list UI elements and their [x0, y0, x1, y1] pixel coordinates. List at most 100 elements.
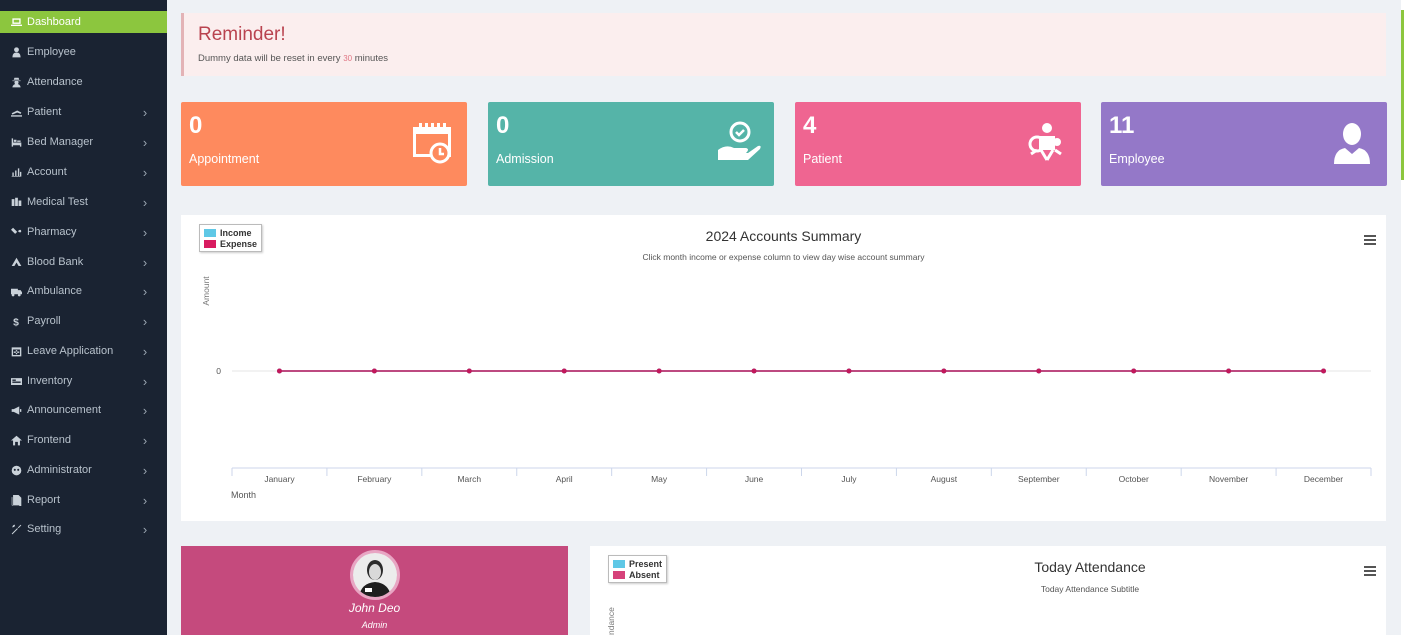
attendance-ylabel: ndance [606, 607, 616, 635]
sidebar-item-medical-test[interactable]: Medical Test › [0, 187, 167, 217]
reminder-text-before: Dummy data will be reset in every [198, 53, 341, 64]
chevron-right-icon: › [142, 224, 148, 240]
sidebar-item-label: Employee [27, 46, 76, 58]
legend-absent-label: Absent [629, 569, 660, 580]
admission-card[interactable]: 0 Admission [488, 102, 774, 186]
sidebar-item-report[interactable]: Report › [0, 485, 167, 515]
laptop-icon [9, 15, 23, 29]
patient-doctor-icon [1023, 120, 1069, 166]
x-tick-label: January [264, 474, 295, 484]
data-point-expense [1226, 368, 1232, 374]
employee-count: 11 [1109, 112, 1135, 139]
sidebar-item-label: Inventory [27, 375, 73, 387]
avatar[interactable] [350, 550, 400, 600]
data-point-expense [656, 368, 662, 374]
chevron-right-icon: › [142, 134, 148, 150]
sidebar-item-label: Frontend [27, 434, 72, 446]
sidebar-item-account[interactable]: Account › [0, 157, 167, 187]
legend-present-label: Present [629, 558, 663, 569]
data-point-expense [751, 368, 757, 374]
chevron-right-icon: › [142, 283, 148, 299]
x-axis-title: Month [231, 490, 256, 500]
sidebar-item-pharmacy[interactable]: Pharmacy › [0, 217, 167, 247]
bed-icon [9, 135, 23, 149]
attendance-menu-icon[interactable] [1364, 566, 1376, 576]
patient-card[interactable]: 4 Patient [795, 102, 1081, 186]
reminder-title: Reminder! [198, 24, 286, 45]
chevron-right-icon: › [142, 432, 148, 448]
sidebar-item-bed-manager[interactable]: Bed Manager › [0, 127, 167, 157]
sidebar-item-administrator[interactable]: Administrator › [0, 455, 167, 485]
sidebar-item-attendance[interactable]: Attendance [0, 67, 167, 97]
chevron-right-icon: › [142, 373, 148, 389]
x-tick-label: December [1304, 474, 1343, 484]
attendance-title: Today Attendance [1034, 559, 1146, 575]
sidebar-item-setting[interactable]: Setting › [0, 514, 167, 544]
chevron-right-icon: › [142, 521, 148, 537]
attendance-subtitle: Today Attendance Subtitle [1040, 584, 1140, 594]
sidebar-item-announcement[interactable]: Announcement › [0, 395, 167, 425]
x-tick-label: June [745, 474, 764, 484]
accounts-chart-plot: January February March April May June July Augu… [201, 276, 1372, 500]
hand-clock-icon [716, 120, 762, 166]
legend-absent-swatch [613, 570, 625, 579]
profile-name: John Deo [348, 601, 401, 615]
employee-label: Employee [1109, 152, 1165, 166]
sidebar: Dashboard Employee Attendance Patient › Bed M… [0, 0, 167, 635]
data-point-expense [561, 368, 567, 374]
sidebar-item-patient[interactable]: Patient › [0, 97, 167, 127]
chevron-right-icon: › [142, 462, 148, 478]
x-tick-label: November [1209, 474, 1248, 484]
x-tick-label: April [556, 474, 573, 484]
profile-role: Admin [361, 620, 388, 630]
user-secret-icon [9, 75, 23, 89]
attendance-legend: Present Absent [608, 555, 668, 583]
data-point-expense [371, 368, 377, 374]
sidebar-item-label: Setting [27, 523, 62, 535]
data-point-expense [276, 368, 282, 374]
x-tick-label: March [457, 474, 481, 484]
sidebar-item-ambulance[interactable]: Ambulance › [0, 276, 167, 306]
chevron-right-icon: › [142, 492, 148, 508]
sidebar-item-label: Administrator [27, 464, 92, 476]
admission-label: Admission [496, 152, 554, 166]
x-tick-label: October [1119, 474, 1149, 484]
sidebar-item-payroll[interactable]: $ Payroll › [0, 306, 167, 336]
sidebar-item-dashboard[interactable]: Dashboard [0, 11, 167, 33]
data-point-expense [466, 368, 472, 374]
appointment-count: 0 [189, 112, 203, 139]
home-icon [9, 433, 23, 447]
chevron-right-icon: › [142, 104, 148, 120]
x-tick-label: May [651, 474, 668, 484]
dollar-icon: $ [9, 314, 23, 328]
sidebar-item-label: Account [27, 166, 67, 178]
scroll-accent [1401, 10, 1404, 180]
sidebar-item-employee[interactable]: Employee [0, 37, 167, 67]
data-point-expense [941, 368, 947, 374]
calendar-clock-icon [409, 120, 455, 166]
legend-present[interactable]: Present [613, 558, 662, 569]
employee-card[interactable]: 11 Employee [1101, 102, 1387, 186]
reminder-text: Dummy data will be reset in every 30 min… [198, 53, 388, 64]
sidebar-item-label: Announcement [27, 404, 101, 416]
sidebar-item-frontend[interactable]: Frontend › [0, 425, 167, 455]
report-icon [9, 493, 23, 507]
sidebar-item-label: Ambulance [27, 285, 83, 297]
bullhorn-icon [9, 403, 23, 417]
x-tick-label: February [357, 474, 392, 484]
appointment-label: Appointment [189, 152, 260, 166]
x-tick-label: September [1018, 474, 1060, 484]
legend-absent[interactable]: Absent [613, 569, 662, 580]
chevron-right-icon: › [142, 254, 148, 270]
appointment-card[interactable]: 0 Appointment [181, 102, 467, 186]
sidebar-item-leave-application[interactable]: Leave Application › [0, 336, 167, 366]
patient-count: 4 [803, 112, 817, 139]
data-point-expense [846, 368, 852, 374]
reminder-alert: Reminder! Dummy data will be reset in ev… [181, 13, 1386, 76]
user-icon [9, 45, 23, 59]
sidebar-item-inventory[interactable]: Inventory › [0, 366, 167, 396]
x-tick-label: July [841, 474, 857, 484]
today-attendance-panel: Present Absent Today Attendance Today At… [590, 546, 1386, 635]
sidebar-item-blood-bank[interactable]: Blood Bank › [0, 247, 167, 277]
sidebar-item-label: Payroll [27, 315, 61, 327]
